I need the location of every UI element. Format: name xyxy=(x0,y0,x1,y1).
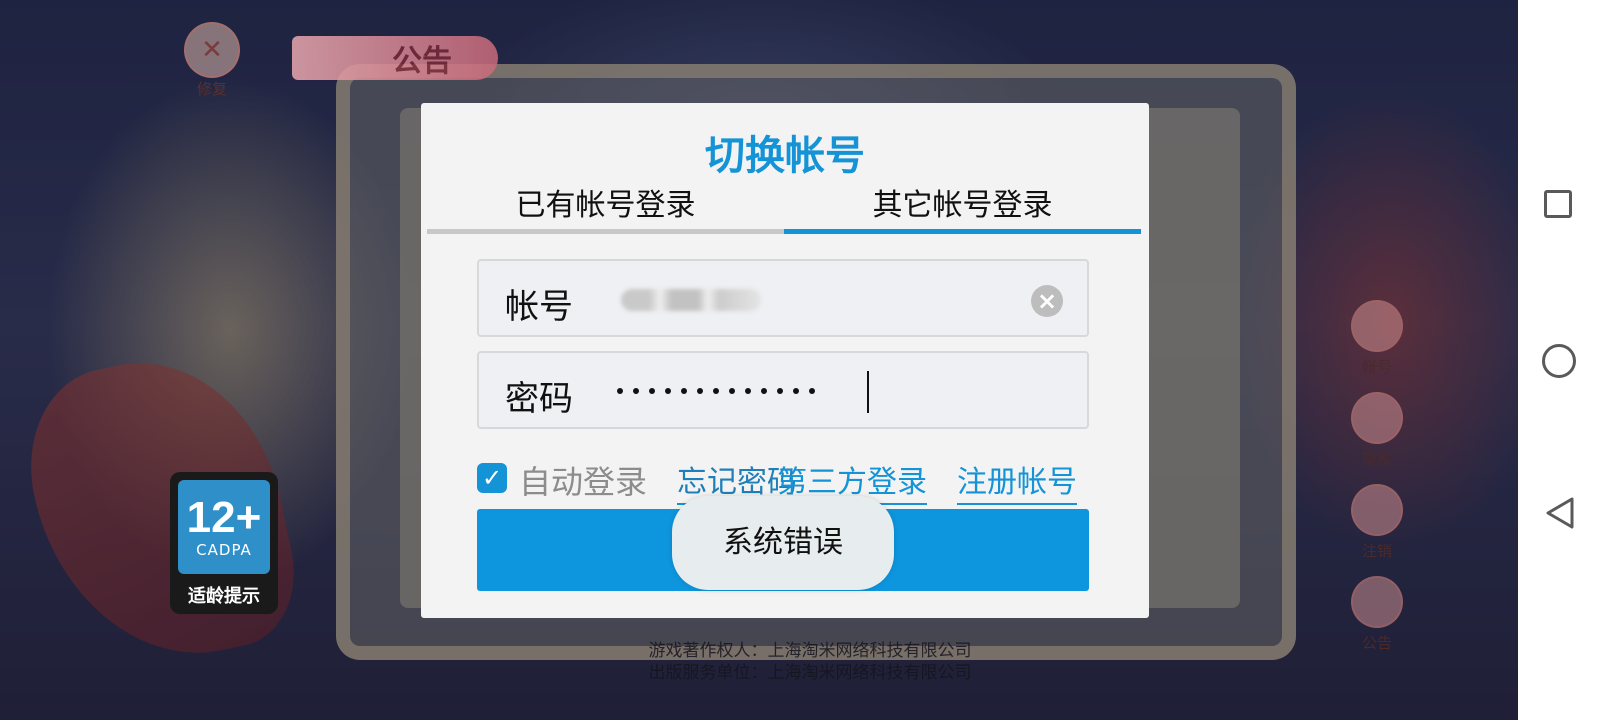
key-icon xyxy=(1351,484,1403,536)
password-dot xyxy=(729,388,735,394)
login-tabs: 已有帐号登录 其它帐号登录 xyxy=(427,183,1141,234)
repair-button[interactable]: ✕ 修复 xyxy=(176,22,248,102)
recent-apps-icon[interactable] xyxy=(1544,190,1572,218)
password-dot xyxy=(665,388,671,394)
tab-existing-account[interactable]: 已有帐号登录 xyxy=(427,183,784,234)
copyright-line: 游戏著作权人：上海淘米网络科技有限公司 xyxy=(648,641,972,661)
account-field[interactable]: 帐号 × xyxy=(477,259,1089,337)
password-dot xyxy=(697,388,703,394)
side-item-privacy[interactable]: 隐私 xyxy=(1334,392,1420,484)
copyright-info: 游戏著作权人：上海淘米网络科技有限公司 出版服务单位：上海淘米网络科技有限公司 xyxy=(380,640,1240,684)
age-rating-tip: 适龄提示 xyxy=(188,586,260,607)
side-item-account[interactable]: 帐号 xyxy=(1334,300,1420,392)
back-icon[interactable] xyxy=(1544,496,1576,530)
age-rating-number: 12+ xyxy=(186,493,262,542)
system-navigation-bar xyxy=(1518,0,1600,720)
account-icon xyxy=(1351,300,1403,352)
password-dot xyxy=(649,388,655,394)
account-value-redacted xyxy=(621,289,761,311)
tab-other-account[interactable]: 其它帐号登录 xyxy=(784,183,1141,234)
password-dot xyxy=(745,388,751,394)
lock-icon xyxy=(1351,392,1403,444)
copyright-line: 出版服务单位：上海淘米网络科技有限公司 xyxy=(648,663,972,683)
home-icon[interactable] xyxy=(1542,344,1576,378)
password-field[interactable]: 密码 xyxy=(477,351,1089,429)
side-item-notice[interactable]: 公告 xyxy=(1334,576,1420,668)
password-dot xyxy=(777,388,783,394)
password-dot xyxy=(809,388,815,394)
age-rating-badge: 12+ CADPA 适龄提示 xyxy=(170,472,278,614)
clear-icon[interactable]: × xyxy=(1031,285,1063,317)
notice-banner: 公告 xyxy=(292,36,498,80)
repair-label: 修复 xyxy=(196,80,227,98)
password-dot xyxy=(633,388,639,394)
auto-login-label[interactable]: 自动登录 xyxy=(519,457,647,503)
wrench-icon: ✕ xyxy=(184,22,240,78)
age-rating-org: CADPA xyxy=(196,541,252,559)
side-menu: 帐号 隐私 注销 公告 xyxy=(1334,300,1420,668)
login-options: ✓ 自动登录 忘记密码 第三方登录 注册帐号 xyxy=(477,455,1097,505)
password-dot xyxy=(713,388,719,394)
error-toast: 系统错误 xyxy=(672,496,894,590)
password-dot xyxy=(761,388,767,394)
text-cursor xyxy=(867,371,869,413)
password-dot xyxy=(617,388,623,394)
account-label: 帐号 xyxy=(505,287,573,327)
auto-login-checkbox[interactable]: ✓ xyxy=(477,463,507,493)
password-label: 密码 xyxy=(505,379,573,419)
password-dot xyxy=(681,388,687,394)
password-dot xyxy=(793,388,799,394)
side-item-deregister[interactable]: 注销 xyxy=(1334,484,1420,576)
password-mask xyxy=(617,381,815,401)
register-link[interactable]: 注册帐号 xyxy=(957,457,1077,505)
bell-icon xyxy=(1351,576,1403,628)
dialog-title: 切换帐号 xyxy=(705,133,865,179)
